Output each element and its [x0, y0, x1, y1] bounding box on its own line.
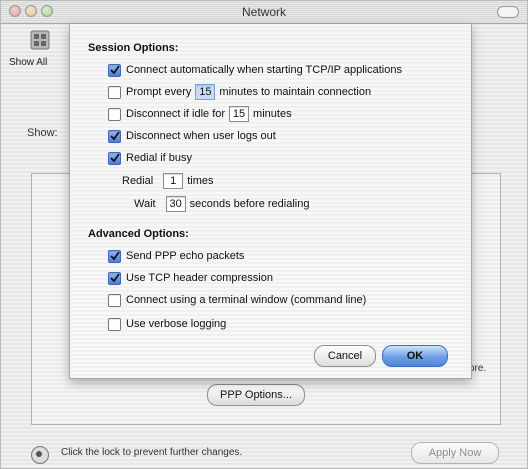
- disconnect-idle-label-pre: Disconnect if idle for: [126, 108, 226, 120]
- prompt-label-pre: Prompt every: [126, 86, 192, 98]
- prompt-checkbox[interactable]: [108, 85, 121, 99]
- title-bar: Network: [1, 1, 527, 24]
- checkmark-icon: [109, 251, 120, 261]
- show-all-icon[interactable]: [29, 29, 51, 51]
- tcp-checkbox[interactable]: [108, 271, 121, 285]
- disconnect-logout-checkbox[interactable]: [108, 129, 121, 143]
- checkmark-icon: [109, 273, 120, 283]
- tcp-label: Use TCP header compression: [126, 272, 273, 284]
- echo-checkbox[interactable]: [108, 249, 121, 263]
- window-title: Network: [241, 5, 286, 19]
- lock-text: Click the lock to prevent further change…: [61, 447, 243, 458]
- cancel-button[interactable]: Cancel: [314, 345, 376, 367]
- redial-times-field[interactable]: 1: [163, 173, 184, 189]
- verbose-checkbox[interactable]: [108, 317, 121, 331]
- disconnect-idle-checkbox[interactable]: [108, 107, 121, 121]
- session-options-title: Session Options:: [88, 42, 179, 54]
- show-all-label[interactable]: Show All: [9, 57, 47, 68]
- echo-label: Send PPP echo packets: [126, 250, 245, 262]
- disconnect-idle-label-post: minutes: [253, 108, 292, 120]
- terminal-row[interactable]: Connect using a terminal window (command…: [108, 292, 366, 308]
- disconnect-idle-row[interactable]: Disconnect if idle for 15 minutes: [108, 106, 292, 122]
- wait-label: Wait: [134, 198, 156, 210]
- redial-times-suffix: times: [187, 175, 214, 187]
- disconnect-logout-row[interactable]: Disconnect when user logs out: [108, 128, 276, 144]
- disconnect-idle-field[interactable]: 15: [229, 106, 250, 122]
- wait-seconds-field[interactable]: 30: [165, 196, 186, 212]
- verbose-row[interactable]: Use verbose logging: [108, 316, 226, 332]
- apply-now-button[interactable]: Apply Now: [411, 442, 499, 464]
- checkmark-icon: [109, 153, 120, 163]
- redial-row[interactable]: Redial if busy: [108, 150, 192, 166]
- verbose-label: Use verbose logging: [126, 318, 227, 330]
- connect-auto-checkbox[interactable]: [108, 63, 121, 77]
- prompt-minutes-field[interactable]: 15: [195, 84, 216, 100]
- ppp-options-sheet: Session Options: Connect automatically w…: [69, 24, 472, 379]
- show-label: Show:: [27, 127, 58, 139]
- checkmark-icon: [109, 65, 120, 75]
- disconnect-logout-label: Disconnect when user logs out: [126, 130, 276, 142]
- wait-row: Wait 30 seconds before redialing: [134, 196, 309, 212]
- connect-auto-label: Connect automatically when starting TCP/…: [126, 64, 402, 76]
- terminal-label: Connect using a terminal window (command…: [126, 294, 367, 306]
- connect-auto-row[interactable]: Connect automatically when starting TCP/…: [108, 62, 402, 78]
- tcp-row[interactable]: Use TCP header compression: [108, 270, 273, 286]
- network-window: Network Show All Show: ore. PPP Options.…: [0, 0, 528, 469]
- checkmark-icon: [109, 131, 120, 141]
- advanced-options-title: Advanced Options:: [88, 228, 189, 240]
- toolbar-toggle-icon[interactable]: [497, 6, 519, 18]
- wait-suffix: seconds before redialing: [189, 198, 310, 210]
- redial-times-row: Redial 1 times: [122, 173, 213, 189]
- prompt-row[interactable]: Prompt every 15 minutes to maintain conn…: [108, 84, 371, 100]
- prompt-label-post: minutes to maintain connection: [219, 86, 372, 98]
- terminal-checkbox[interactable]: [108, 293, 121, 307]
- redial-checkbox[interactable]: [108, 151, 121, 165]
- ok-button[interactable]: OK: [382, 345, 448, 367]
- echo-row[interactable]: Send PPP echo packets: [108, 248, 244, 264]
- redial-times-label: Redial: [122, 175, 154, 187]
- redial-label: Redial if busy: [126, 152, 193, 164]
- lock-icon[interactable]: [31, 446, 49, 464]
- ppp-options-button[interactable]: PPP Options...: [207, 384, 305, 406]
